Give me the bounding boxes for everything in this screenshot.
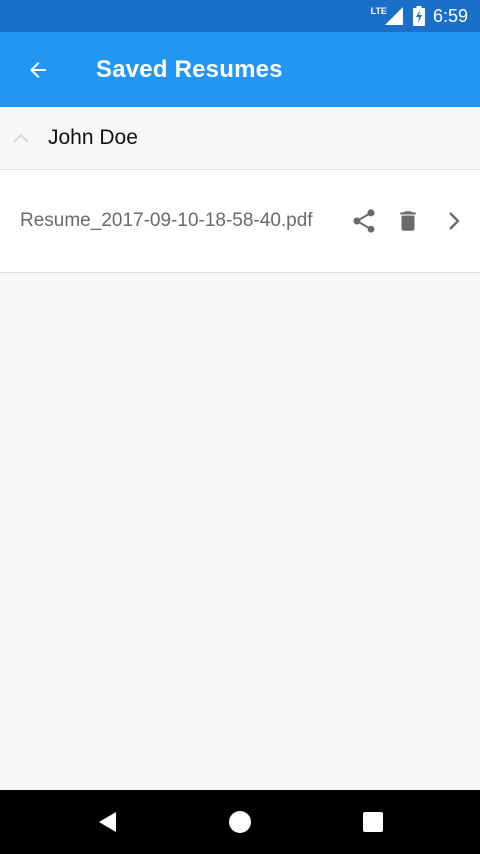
arrow-back-icon bbox=[30, 61, 46, 78]
battery-charging-icon bbox=[412, 6, 425, 26]
app-bar: Saved Resumes bbox=[0, 32, 480, 107]
system-nav-bar bbox=[0, 790, 480, 854]
status-bar: LTE 6:59 bbox=[0, 0, 480, 32]
group-name: John Doe bbox=[48, 126, 138, 149]
signal-indicator: LTE bbox=[370, 6, 403, 25]
delete-button[interactable] bbox=[388, 201, 428, 241]
file-name: Resume_2017-09-10-18-58-40.pdf bbox=[20, 210, 313, 231]
recents-square-icon bbox=[363, 812, 383, 832]
chevron-right-icon bbox=[449, 212, 460, 230]
network-type-label: LTE bbox=[370, 6, 387, 16]
back-triangle-icon bbox=[99, 812, 116, 832]
signal-icon bbox=[384, 7, 403, 25]
nav-home-button[interactable] bbox=[216, 798, 264, 846]
back-button[interactable] bbox=[14, 46, 62, 94]
chevron-up-icon[interactable] bbox=[11, 128, 31, 148]
nav-back-button[interactable] bbox=[83, 798, 131, 846]
nav-recents-button[interactable] bbox=[349, 798, 397, 846]
clock: 6:59 bbox=[432, 5, 468, 26]
share-button[interactable] bbox=[344, 201, 384, 241]
page-title: Saved Resumes bbox=[96, 55, 283, 83]
list-item[interactable]: Resume_2017-09-10-18-58-40.pdf bbox=[0, 170, 480, 273]
home-circle-icon bbox=[229, 811, 251, 833]
share-icon bbox=[353, 209, 375, 233]
open-button[interactable] bbox=[434, 201, 474, 241]
trash-icon bbox=[400, 211, 416, 231]
battery-indicator bbox=[412, 6, 425, 26]
group-header-john-doe[interactable]: John Doe bbox=[0, 107, 480, 170]
